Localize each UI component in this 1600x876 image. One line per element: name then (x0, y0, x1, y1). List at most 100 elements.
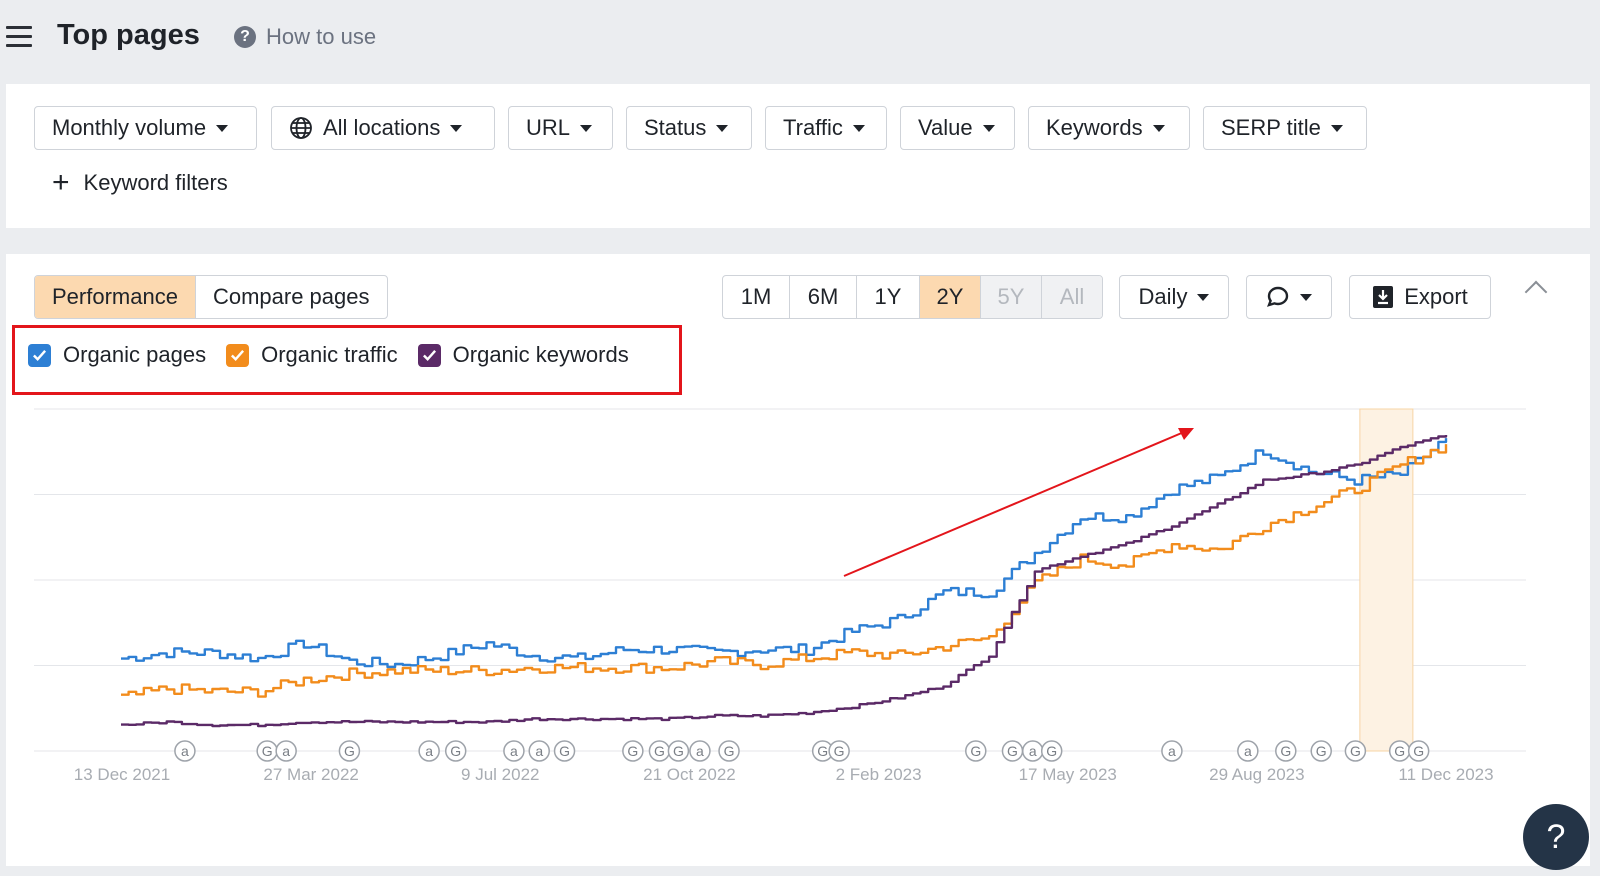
annotation-marker[interactable]: a (418, 740, 440, 762)
svg-text:G: G (654, 743, 665, 759)
svg-text:a: a (181, 743, 189, 759)
annotation-marker[interactable]: a (1237, 740, 1259, 762)
svg-text:G: G (1413, 743, 1424, 759)
locations-filter[interactable]: All locations (271, 106, 495, 150)
google-update-marker[interactable]: G (338, 740, 361, 762)
globe-icon (290, 117, 312, 139)
caret-down-icon (216, 124, 229, 132)
google-update-marker[interactable]: G (648, 740, 671, 762)
google-update-marker[interactable]: G (1407, 740, 1430, 762)
x-tick-label: 13 Dec 2021 (74, 765, 170, 784)
filter-label: URL (526, 115, 571, 140)
google-update-marker[interactable]: G (965, 740, 987, 762)
svg-text:G: G (1007, 743, 1018, 759)
series-line-organic-traffic (121, 444, 1448, 698)
google-update-marker[interactable]: G (1275, 740, 1297, 762)
x-tick-label: 11 Dec 2023 (1398, 765, 1493, 784)
serp-title-filter[interactable]: SERP title (1203, 106, 1367, 150)
google-update-marker[interactable]: G (256, 740, 278, 762)
annotation-marker[interactable]: a (1161, 740, 1183, 762)
filter-label: Status (644, 115, 707, 140)
x-tick-label: 17 May 2023 (1019, 765, 1117, 784)
google-update-marker[interactable]: G (828, 740, 850, 762)
google-update-marker[interactable]: G (667, 740, 690, 762)
performance-chart[interactable]: a Ga Ga Ga a G G G Ga G G G G Ga Ga a G G G G G13 Dec 2021 27… (6, 254, 1590, 866)
caret-down-icon (1330, 124, 1343, 132)
caret-down-icon (580, 124, 593, 132)
filter-label: All locations (323, 115, 441, 140)
google-update-marker[interactable]: G (444, 740, 467, 762)
caret-down-icon (716, 124, 729, 132)
annotation-marker[interactable]: a (689, 740, 711, 762)
google-update-marker[interactable]: G (1344, 740, 1367, 762)
svg-text:G: G (1280, 743, 1291, 759)
svg-text:G: G (673, 743, 684, 759)
menu-icon[interactable] (6, 26, 32, 48)
page-title: Top pages (57, 19, 200, 51)
svg-text:a: a (1244, 743, 1252, 759)
svg-text:a: a (696, 743, 704, 759)
filter-label: SERP title (1221, 115, 1321, 140)
svg-text:G: G (450, 743, 461, 759)
highlight-range (1359, 408, 1414, 752)
keyword-filters-label: Keyword filters (83, 170, 228, 195)
question-icon: ? (234, 26, 256, 48)
x-tick-label: 27 Mar 2022 (263, 765, 358, 784)
url-filter[interactable]: URL (508, 106, 613, 150)
svg-text:G: G (1046, 743, 1057, 759)
annotation-marker[interactable]: a (275, 740, 297, 762)
svg-text:G: G (559, 743, 570, 759)
trend-arrow (843, 431, 1185, 577)
filter-label: Keywords (1046, 115, 1143, 140)
series-line-organic-pages (121, 438, 1448, 669)
caret-down-icon (982, 124, 995, 132)
svg-text:a: a (425, 743, 433, 759)
value-filter[interactable]: Value (900, 106, 1015, 150)
annotation-marker[interactable]: a (1021, 740, 1044, 762)
svg-text:G: G (834, 743, 845, 759)
filter-label: Value (918, 115, 973, 140)
x-tick-label: 29 Aug 2023 (1209, 765, 1304, 784)
top-bar: Top pages ? How to use (0, 0, 1600, 80)
keywords-filter[interactable]: Keywords (1028, 106, 1190, 150)
caret-down-icon (1152, 124, 1165, 132)
annotation-marker[interactable]: a (503, 740, 525, 762)
google-update-marker[interactable]: G (622, 740, 644, 762)
status-filter[interactable]: Status (626, 106, 752, 150)
svg-text:a: a (282, 743, 290, 759)
x-tick-label: 21 Oct 2022 (643, 765, 736, 784)
google-update-marker[interactable]: G (1001, 740, 1024, 762)
google-update-marker[interactable]: G (1310, 740, 1332, 762)
svg-text:G: G (262, 743, 273, 759)
how-to-use-label: How to use (266, 24, 377, 49)
filters-panel: Monthly volume All locations URL Status … (6, 84, 1590, 228)
chart-panel: Performance Compare pages 1M 6M 1Y 2Y 5Y… (6, 254, 1590, 866)
svg-text:G: G (1350, 743, 1361, 759)
google-update-marker[interactable]: G (1040, 740, 1063, 762)
x-tick-label: 9 Jul 2022 (461, 765, 539, 784)
traffic-filter[interactable]: Traffic (765, 106, 887, 150)
svg-text:a: a (535, 743, 543, 759)
google-update-marker[interactable]: G (553, 740, 576, 762)
monthly-volume-filter[interactable]: Monthly volume (34, 106, 257, 150)
keyword-filters-button[interactable]: + Keyword filters (52, 166, 228, 199)
caret-down-icon (852, 124, 865, 132)
svg-text:a: a (1168, 743, 1176, 759)
svg-text:G: G (627, 743, 638, 759)
filter-label: Monthly volume (52, 115, 207, 140)
annotation-marker[interactable]: a (528, 740, 550, 762)
plus-icon: + (52, 166, 70, 199)
svg-text:G: G (817, 743, 828, 759)
help-button[interactable]: ? (1523, 804, 1589, 870)
google-update-marker[interactable]: G (1388, 740, 1411, 762)
x-tick-label: 2 Feb 2023 (836, 765, 922, 784)
svg-text:a: a (1029, 743, 1037, 759)
svg-text:G: G (1394, 743, 1405, 759)
svg-text:G: G (970, 743, 981, 759)
svg-text:G: G (344, 743, 355, 759)
how-to-use-link[interactable]: ? How to use (234, 24, 376, 50)
google-update-marker[interactable]: G (718, 740, 740, 762)
filter-label: Traffic (783, 115, 843, 140)
caret-down-icon (450, 124, 463, 132)
annotation-marker[interactable]: a (174, 740, 196, 762)
